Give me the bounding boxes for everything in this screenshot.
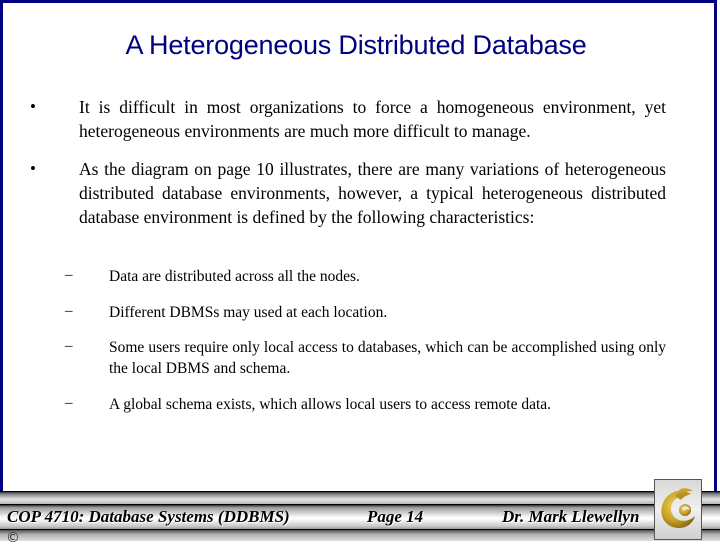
footer-page-number: Page 14 — [367, 507, 424, 526]
footer-course: COP 4710: Database Systems (DDBMS) — [7, 507, 290, 526]
bullet-text: It is difficult in most organizations to… — [79, 97, 666, 141]
footer-bar-top — [0, 491, 720, 504]
sub-bullet-marker: – — [65, 395, 73, 411]
sub-bullet-marker: – — [65, 267, 73, 283]
bullet-marker: • — [30, 159, 36, 178]
sub-bullet-text: Data are distributed across all the node… — [109, 268, 360, 285]
logo-box — [654, 479, 702, 540]
sub-bullet-marker: – — [65, 338, 73, 354]
sub-bullet-text: A global schema exists, which allows loc… — [109, 396, 552, 413]
slide-title: A Heterogeneous Distributed Database — [125, 30, 587, 60]
footer-author: Dr. Mark Llewellyn — [502, 507, 640, 526]
ucf-pegasus-logo-icon — [661, 488, 695, 528]
sub-bullet-marker: – — [65, 303, 73, 319]
copyright-symbol: © — [6, 530, 20, 546]
bullet-marker: • — [30, 97, 36, 116]
footer-bar-bottom — [0, 529, 720, 541]
sub-bullet-text: Some users require only local access to … — [109, 339, 666, 377]
sub-bullet-text: Different DBMSs may used at each locatio… — [109, 304, 388, 321]
bullet-text: As the diagram on page 10 illustrates, t… — [79, 159, 666, 227]
